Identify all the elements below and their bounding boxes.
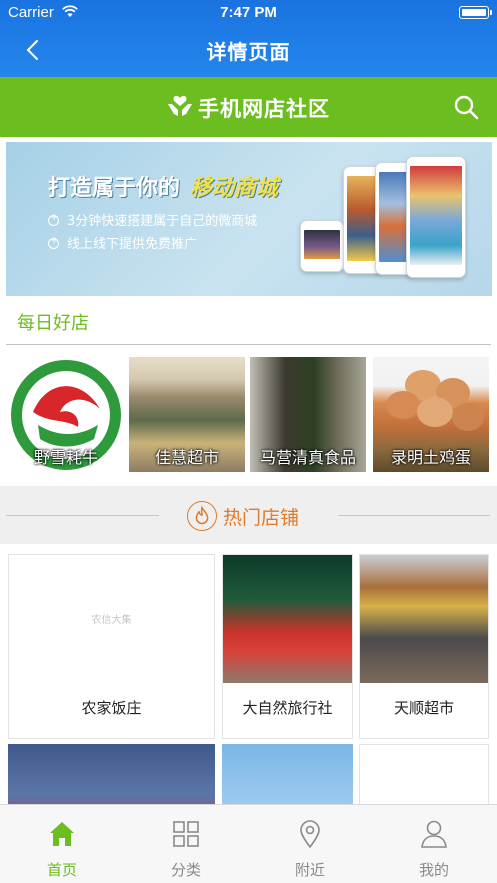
shop-name: 大自然旅行社	[242, 699, 333, 717]
banner-headline-accent: 移动商城	[190, 176, 279, 201]
banner-headline-text: 打造属于你的	[48, 176, 181, 201]
banner-bullet: 线上线下提供免费推广	[48, 233, 197, 252]
hot-shop-card[interactable]: 大自然旅行社	[222, 554, 353, 739]
placeholder-logo-text: 农信大集	[91, 615, 132, 626]
shop-name: 农家饭庄	[81, 699, 142, 717]
daily-shop-card[interactable]: 录明土鸡蛋	[373, 357, 489, 472]
tab-label: 分类	[170, 861, 201, 879]
plus-circle-icon	[48, 212, 59, 226]
daily-shop-card[interactable]: 野雪耗牛	[8, 357, 124, 472]
banner-headline: 打造属于你的 移动商城	[48, 170, 278, 202]
tab-profile[interactable]: 我的	[372, 805, 496, 883]
shop-image-placeholder: 农信大集	[9, 555, 214, 683]
fire-icon	[187, 501, 217, 531]
promo-banner[interactable]: 打造属于你的移动商城 3分钟快速搭建属于自己的微商城 线上线下提供免费推广	[6, 142, 492, 296]
hot-shop-card[interactable]: 农信大集 农家饭庄	[8, 554, 215, 739]
location-pin-icon	[300, 820, 320, 849]
shop-label: 马营清真食品	[259, 448, 356, 467]
phone-mockup	[300, 220, 344, 272]
tab-bar: 首页 分类 附近 我的	[0, 804, 497, 883]
shop-name: 天顺超市	[393, 699, 454, 717]
tab-home[interactable]: 首页	[0, 805, 124, 883]
daily-shop-card[interactable]: 佳慧超市	[129, 357, 245, 472]
plus-circle-icon	[48, 235, 59, 249]
banner-bullet: 3分钟快速搭建属于自己的微商城	[48, 210, 257, 229]
divider	[6, 515, 159, 516]
shop-label: 录明土鸡蛋	[390, 448, 471, 467]
shop-photo	[223, 555, 352, 683]
divider	[338, 515, 490, 516]
phone-mockup	[406, 156, 466, 278]
hot-shop-card[interactable]: 天顺超市	[359, 554, 489, 739]
hot-shops-header: 热门店铺	[0, 486, 497, 544]
navigation-bar: Carrier 7:47 PM 详情页面	[0, 0, 497, 77]
tab-label: 我的	[418, 861, 449, 879]
community-header: 手机网店社区	[0, 77, 497, 137]
hot-shops-title: 热门店铺	[223, 507, 300, 529]
banner-bullet-text: 3分钟快速搭建属于自己的微商城	[67, 214, 258, 229]
divider	[6, 344, 491, 345]
status-bar: Carrier 7:47 PM	[0, 0, 497, 26]
tab-label: 附近	[294, 861, 325, 879]
battery-icon	[459, 6, 492, 19]
tab-nearby[interactable]: 附近	[248, 805, 372, 883]
tab-category[interactable]: 分类	[124, 805, 248, 883]
status-time: 7:47 PM	[220, 4, 277, 21]
search-icon[interactable]	[453, 94, 479, 120]
person-icon	[421, 820, 447, 848]
page-title: 详情页面	[206, 40, 291, 64]
shop-label: 野雪耗牛	[33, 448, 98, 467]
hands-heart-logo-icon	[168, 95, 192, 116]
banner-bullet-text: 线上线下提供免费推广	[67, 237, 198, 252]
community-title: 手机网店社区	[198, 97, 330, 121]
shop-label: 佳慧超市	[154, 448, 219, 467]
tab-label: 首页	[46, 861, 77, 879]
shop-photo	[360, 555, 488, 683]
home-icon	[50, 822, 74, 846]
grid-icon	[173, 821, 199, 847]
daily-shop-card[interactable]: 马营清真食品	[250, 357, 366, 472]
daily-shops-title: 每日好店	[17, 313, 89, 334]
